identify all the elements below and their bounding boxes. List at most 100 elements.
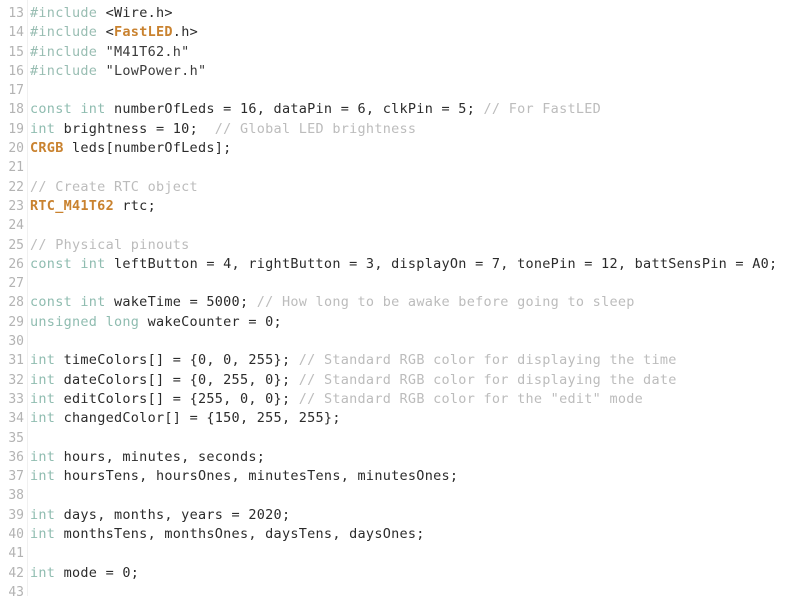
line-number: 35 — [8, 430, 24, 446]
code-token: hoursTens, hoursOnes, minutesTens, minut… — [55, 468, 459, 485]
line-number: 33 — [8, 391, 24, 407]
code-token: // Physical pinouts — [30, 236, 190, 253]
code-line[interactable]: 21 — [0, 158, 800, 177]
line-number: 37 — [8, 469, 24, 485]
code-line-text[interactable]: #include <FastLED.h> — [24, 23, 198, 42]
code-line-text[interactable]: unsigned long wakeCounter = 0; — [24, 313, 282, 332]
line-number: 41 — [8, 546, 24, 562]
code-token: dateColors[] = {0, 255, 0}; — [55, 371, 299, 388]
code-line[interactable]: 25 // Physical pinouts — [0, 236, 800, 255]
code-token: int — [30, 448, 56, 465]
code-token: "LowPower.h" — [105, 62, 207, 79]
code-line-text[interactable]: const int numberOfLeds = 16, dataPin = 6… — [24, 100, 601, 119]
code-token: editColors[] = {255, 0, 0}; — [55, 390, 299, 407]
code-line-text[interactable]: int editColors[] = {255, 0, 0}; // Stand… — [24, 390, 643, 409]
line-number: 20 — [8, 141, 24, 157]
line-number: 30 — [8, 334, 24, 350]
line-number: 24 — [8, 218, 24, 234]
code-line[interactable]: 15 #include "M41T62.h" — [0, 43, 800, 62]
code-line-text[interactable]: RTC_M41T62 rtc; — [24, 197, 156, 216]
code-line-text[interactable]: int dateColors[] = {0, 255, 0}; // Stand… — [24, 371, 677, 390]
code-token: int — [30, 410, 56, 427]
code-line[interactable]: 34 int changedColor[] = {150, 255, 255}; — [0, 409, 800, 428]
code-token: unsigned long — [30, 313, 140, 330]
code-line-text[interactable]: int mode = 0; — [24, 564, 139, 583]
line-number: 36 — [8, 449, 24, 465]
code-token: < — [105, 24, 114, 41]
code-line[interactable]: 28 const int wakeTime = 5000; // How long… — [0, 293, 800, 312]
line-number: 42 — [8, 565, 24, 581]
code-line-text[interactable]: int hoursTens, hoursOnes, minutesTens, m… — [24, 467, 458, 486]
code-line[interactable]: 31 int timeColors[] = {0, 0, 255}; // Sta… — [0, 351, 800, 370]
line-number: 39 — [8, 507, 24, 523]
line-number: 40 — [8, 527, 24, 543]
code-line-text[interactable]: int hours, minutes, seconds; — [24, 448, 265, 467]
code-line-text[interactable]: // Create RTC object — [24, 178, 198, 197]
code-line-text[interactable]: int monthsTens, monthsOnes, daysTens, da… — [24, 525, 425, 544]
code-token: numberOfLeds = 16, dataPin = 6, clkPin =… — [105, 101, 484, 118]
code-token: wakeCounter = 0; — [139, 313, 282, 330]
line-number: 17 — [8, 83, 24, 99]
code-line[interactable]: 36 int hours, minutes, seconds; — [0, 448, 800, 467]
code-line-text[interactable]: int days, months, years = 2020; — [24, 506, 290, 525]
code-line-text[interactable]: const int wakeTime = 5000; // How long t… — [24, 293, 635, 312]
code-line[interactable]: 13 #include <Wire.h> — [0, 4, 800, 23]
code-line[interactable]: 20 CRGB leds[numberOfLeds]; — [0, 139, 800, 158]
code-line-text[interactable]: const int leftButton = 4, rightButton = … — [24, 255, 777, 274]
code-line-text[interactable]: int changedColor[] = {150, 255, 255}; — [24, 409, 341, 428]
code-token: timeColors[] = {0, 0, 255}; — [55, 352, 299, 369]
code-line[interactable]: 18 const int numberOfLeds = 16, dataPin =… — [0, 100, 800, 119]
code-token: const int — [30, 294, 106, 311]
code-line[interactable]: 38 — [0, 486, 800, 505]
code-line[interactable]: 30 — [0, 332, 800, 351]
code-line-text[interactable]: #include "LowPower.h" — [24, 62, 206, 81]
code-line[interactable]: 17 — [0, 81, 800, 100]
code-line[interactable]: 41 — [0, 544, 800, 563]
code-line-text[interactable]: #include "M41T62.h" — [24, 43, 190, 62]
code-token: leds[numberOfLeds]; — [63, 140, 232, 157]
line-number: 19 — [8, 121, 24, 137]
code-line-text[interactable]: int brightness = 10; // Global LED brigh… — [24, 120, 416, 139]
code-token: Wire — [114, 5, 148, 21]
code-token: leftButton = 4, rightButton = 3, display… — [105, 255, 778, 272]
code-line-text[interactable]: #include <Wire.h> — [24, 4, 173, 23]
code-line[interactable]: 43 — [0, 583, 800, 602]
code-line-text[interactable]: CRGB leds[numberOfLeds]; — [24, 139, 232, 158]
code-token: // Standard RGB color for the "edit" mod… — [298, 390, 644, 407]
code-token: #include — [30, 5, 106, 21]
code-token: int — [30, 506, 56, 523]
code-token: const int — [30, 255, 106, 272]
code-line[interactable]: 35 — [0, 429, 800, 448]
code-line-text[interactable]: int timeColors[] = {0, 0, 255}; // Stand… — [24, 351, 677, 370]
code-line-text[interactable]: // Physical pinouts — [24, 236, 190, 255]
code-line[interactable]: 33 int editColors[] = {255, 0, 0}; // Sta… — [0, 390, 800, 409]
code-line[interactable]: 24 — [0, 216, 800, 235]
code-line[interactable]: 22 // Create RTC object — [0, 178, 800, 197]
code-token: mode = 0; — [55, 564, 140, 581]
code-token: .h> — [147, 5, 173, 21]
code-line[interactable]: 40 int monthsTens, monthsOnes, daysTens, … — [0, 525, 800, 544]
line-number: 21 — [8, 160, 24, 176]
code-line[interactable]: 32 int dateColors[] = {0, 255, 0}; // Sta… — [0, 371, 800, 390]
code-line[interactable]: 27 — [0, 274, 800, 293]
code-line[interactable]: 23 RTC_M41T62 rtc; — [0, 197, 800, 216]
line-number: 27 — [8, 276, 24, 292]
code-line[interactable]: 37 int hoursTens, hoursOnes, minutesTens,… — [0, 467, 800, 486]
code-editor[interactable]: 13 #include <Wire.h> 14 #include <FastLED.h… — [0, 0, 800, 600]
code-line[interactable]: 29 unsigned long wakeCounter = 0; — [0, 313, 800, 332]
code-line[interactable]: 26 const int leftButton = 4, rightButton … — [0, 255, 800, 274]
line-number: 34 — [8, 411, 24, 427]
code-line[interactable]: 39 int days, months, years = 2020; — [0, 506, 800, 525]
code-line[interactable]: 16 #include "LowPower.h" — [0, 62, 800, 81]
line-number: 28 — [8, 295, 24, 311]
code-token: wakeTime = 5000; — [105, 294, 257, 311]
code-token: brightness = 10; — [55, 120, 215, 137]
code-line[interactable]: 19 int brightness = 10; // Global LED bri… — [0, 120, 800, 139]
code-token: int — [30, 120, 56, 137]
line-number: 13 — [8, 6, 24, 21]
code-line[interactable]: 14 #include <FastLED.h> — [0, 23, 800, 42]
code-token: // How long to be awake before going to … — [256, 294, 635, 311]
code-token: RTC_M41T62 — [30, 197, 114, 214]
code-line[interactable]: 42 int mode = 0; — [0, 564, 800, 583]
code-token: int — [30, 468, 56, 485]
